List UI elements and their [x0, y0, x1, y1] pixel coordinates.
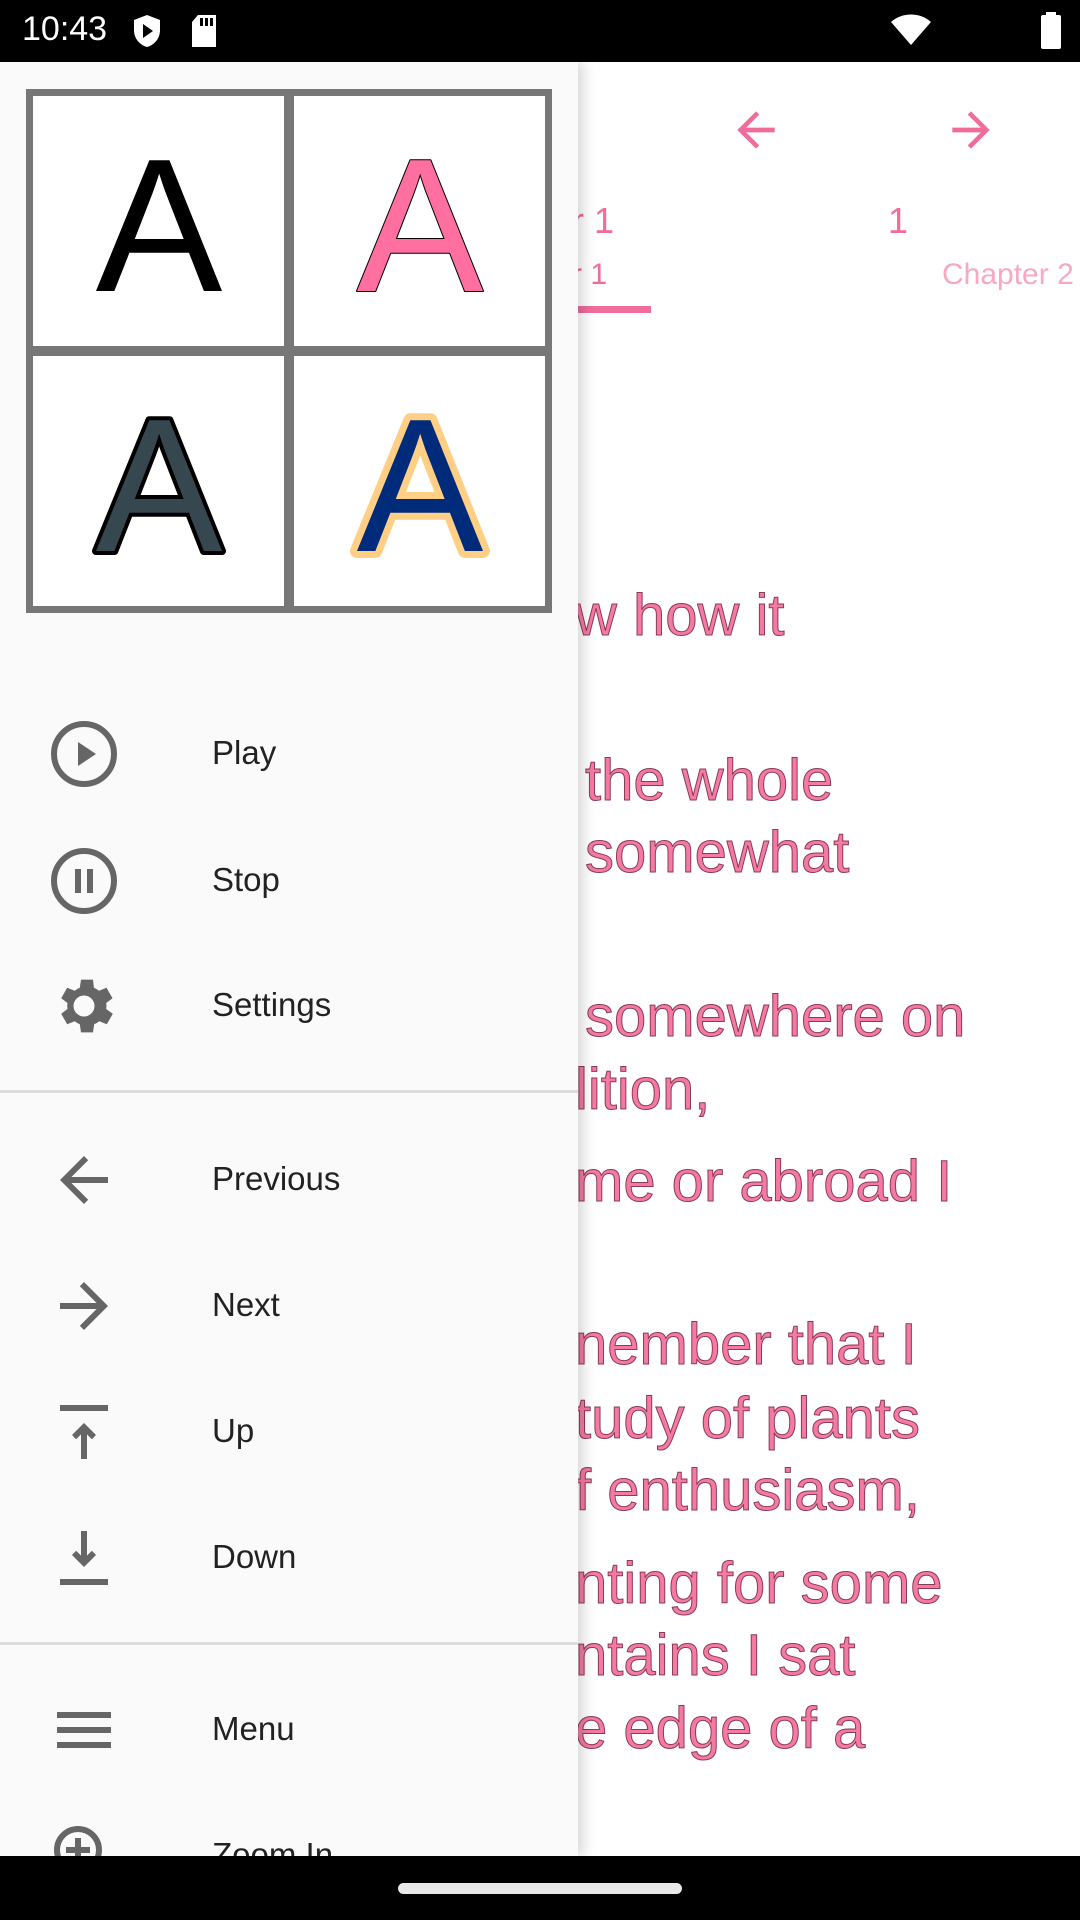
play-circle-icon: [51, 721, 117, 787]
drawer-item-label: Settings: [212, 986, 332, 1023]
gear-icon: [61, 979, 113, 1033]
font-style-option[interactable]: A: [294, 96, 545, 346]
text-line: w how it: [575, 583, 786, 649]
font-letter: A: [95, 121, 222, 321]
tab-title: r 1: [572, 200, 615, 241]
text-line: somewhat: [584, 820, 850, 886]
text-line: tudy of plants: [575, 1386, 921, 1452]
zoom-in-icon: [54, 1826, 102, 1856]
text-line: f enthusiasm,: [575, 1458, 921, 1524]
home-handle[interactable]: [398, 1883, 682, 1894]
drawer-item-next[interactable]: Next: [0, 1250, 578, 1360]
pause-circle-icon: [51, 848, 117, 914]
text-line: e edge of a: [574, 1696, 866, 1762]
font-letter: A: [356, 121, 483, 321]
drawer-item-label: Next: [212, 1286, 280, 1323]
divider: [0, 1090, 578, 1093]
font-style-option[interactable]: A: [33, 356, 284, 606]
drawer-item-up[interactable]: Up: [0, 1376, 578, 1486]
text-line: lition,: [574, 1057, 711, 1123]
arrow-right-icon: [60, 1282, 108, 1330]
drawer-item-settings[interactable]: Settings: [0, 950, 578, 1060]
text-line: somewhere on: [584, 984, 966, 1050]
drawer-item-label: Play: [212, 734, 277, 771]
wifi-icon: [891, 14, 931, 45]
drawer-item-down[interactable]: Down: [0, 1502, 578, 1612]
text-line: ntains I sat: [574, 1623, 856, 1689]
text-line: me or abroad I: [574, 1149, 953, 1215]
status-bar: 10:43: [0, 0, 1080, 62]
drawer-item-label: Menu: [212, 1710, 295, 1747]
tab-subtitle: Chapter 2: [942, 258, 1074, 291]
drawer-item-label: Down: [212, 1538, 297, 1575]
arrow-down-to-bottom-icon: [60, 1531, 108, 1585]
divider: [0, 1642, 578, 1645]
shield-icon: [134, 15, 160, 47]
clock: 10:43: [22, 10, 108, 48]
arrow-left-icon: [60, 1156, 108, 1204]
font-style-grid: AAAA: [26, 89, 552, 613]
font-style-option[interactable]: A: [33, 96, 284, 346]
text-line: the whole: [584, 748, 834, 814]
drawer-item-previous[interactable]: Previous: [0, 1124, 578, 1234]
battery-icon: [1041, 12, 1061, 49]
navigation-bar: [0, 1856, 1080, 1920]
drawer-item-label: Stop: [212, 861, 280, 898]
drawer-item-label: Previous: [212, 1160, 341, 1197]
prev-page-button[interactable]: [728, 102, 784, 158]
menu-icon: [57, 1712, 111, 1748]
font-letter: A: [356, 381, 483, 581]
sd-card-icon: [192, 15, 216, 47]
drawer-item-zoom-in[interactable]: Zoom In: [0, 1800, 578, 1856]
drawer-item-stop[interactable]: Stop: [0, 825, 578, 935]
tab-indicator: [578, 306, 651, 313]
font-style-option[interactable]: A: [294, 356, 545, 606]
navigation-drawer: AAAA Play Stop Settings Previous Next Up Down M…: [0, 62, 578, 1856]
drawer-item-play[interactable]: Play: [0, 698, 578, 808]
next-page-button[interactable]: [943, 102, 999, 158]
drawer-item-menu[interactable]: Menu: [0, 1674, 578, 1784]
drawer-item-label: Zoom In: [212, 1836, 334, 1856]
font-letter: A: [95, 381, 222, 581]
tab-title: 1: [888, 200, 909, 241]
text-line: nting for some: [575, 1551, 944, 1617]
text-line: nember that I: [575, 1312, 918, 1378]
drawer-item-label: Up: [212, 1412, 255, 1449]
arrow-up-to-top-icon: [60, 1405, 108, 1459]
